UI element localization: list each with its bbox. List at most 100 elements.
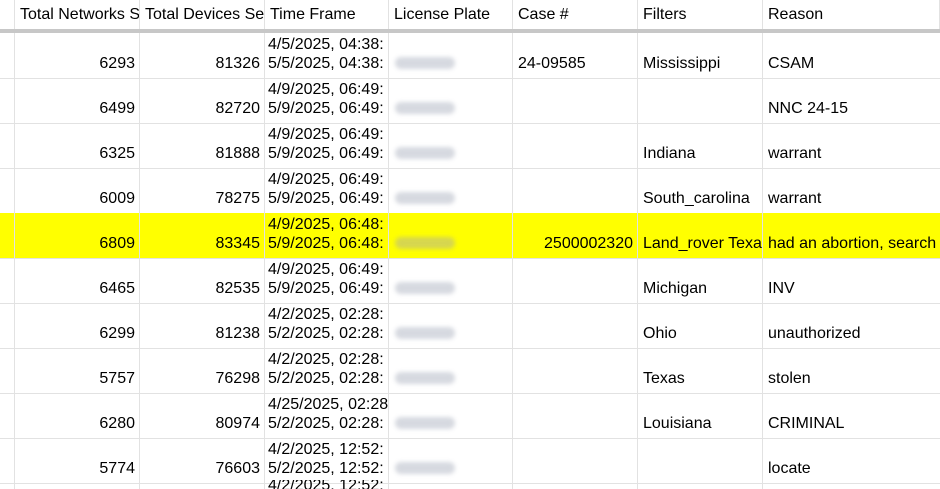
time-frame-cell[interactable]: 4/9/2025, 06:49: 5/9/2025, 06:49: — [265, 168, 389, 213]
networks-cell[interactable]: 6465 — [15, 258, 140, 303]
reason-cell[interactable]: unauthorized — [763, 303, 940, 348]
reason-cell[interactable]: CRIMINAL — [763, 393, 940, 438]
networks-cell[interactable]: 6325 — [15, 123, 140, 168]
devices-cell[interactable]: 81238 — [140, 303, 265, 348]
filters-cell[interactable]: Ohio — [638, 303, 763, 348]
case-cell[interactable] — [513, 393, 638, 438]
case-cell[interactable] — [513, 348, 638, 393]
reason-cell[interactable]: CSAM — [763, 33, 940, 78]
networks-cell[interactable]: 6009 — [15, 168, 140, 213]
table-row: 5757 76298 4/2/2025, 02:28: 5/2/2025, 02:28… — [0, 348, 940, 394]
filters-cell[interactable]: Michigan — [638, 258, 763, 303]
license-plate-cell[interactable] — [389, 78, 513, 123]
networks-cell[interactable]: 5774 — [15, 438, 140, 483]
filters-cell[interactable]: Texas — [638, 348, 763, 393]
col-header-license-plate[interactable]: License Plate — [389, 0, 513, 29]
devices-cell[interactable]: 81888 — [140, 123, 265, 168]
time-frame-cell[interactable]: 4/2/2025, 12:52: 5/2/2025, 12:52: — [265, 438, 389, 483]
devices-cell[interactable]: 78275 — [140, 168, 265, 213]
reason-cell[interactable]: had an abortion, search — [763, 213, 940, 258]
filters-cell[interactable]: Indiana — [638, 123, 763, 168]
networks-cell[interactable]: 6293 — [15, 33, 140, 78]
time-frame-cell[interactable]: 4/2/2025, 02:28: 5/2/2025, 02:28: — [265, 303, 389, 348]
row-gutter-cell[interactable] — [0, 348, 15, 393]
col-header-filters[interactable]: Filters — [638, 0, 763, 29]
time-frame-cell[interactable]: 4/5/2025, 04:38: 5/5/2025, 04:38: — [265, 33, 389, 78]
row-gutter-cell[interactable] — [0, 33, 15, 78]
devices-cell[interactable]: 81326 — [140, 33, 265, 78]
time-frame-cell[interactable]: 4/9/2025, 06:49: 5/9/2025, 06:49: — [265, 78, 389, 123]
row-gutter-header[interactable] — [0, 0, 15, 29]
time-frame-cell[interactable]: 4/25/2025, 02:28 5/2/2025, 02:28: — [265, 393, 389, 438]
filters-cell[interactable] — [638, 480, 763, 489]
devices-cell[interactable]: 76298 — [140, 348, 265, 393]
col-header-time-frame[interactable]: Time Frame — [265, 0, 389, 29]
row-gutter-cell[interactable] — [0, 123, 15, 168]
filters-cell[interactable] — [638, 438, 763, 483]
row-gutter-cell[interactable] — [0, 168, 15, 213]
col-header-reason[interactable]: Reason — [763, 0, 940, 29]
reason-cell[interactable]: INV — [763, 258, 940, 303]
col-header-case[interactable]: Case # — [513, 0, 638, 29]
row-gutter-cell[interactable] — [0, 393, 15, 438]
table-row: 6009 78275 4/9/2025, 06:49: 5/9/2025, 06:49… — [0, 168, 940, 214]
row-gutter-cell[interactable] — [0, 213, 15, 258]
time-frame-start: 4/2/2025, 12:52: — [268, 480, 384, 489]
license-plate-cell[interactable] — [389, 303, 513, 348]
filters-cell[interactable]: Land_rover Texa — [638, 213, 763, 258]
devices-cell[interactable]: 82720 — [140, 78, 265, 123]
row-gutter-cell[interactable] — [0, 480, 15, 489]
devices-cell[interactable]: 83345 — [140, 213, 265, 258]
license-plate-cell[interactable] — [389, 33, 513, 78]
row-gutter-cell[interactable] — [0, 438, 15, 483]
case-cell[interactable] — [513, 303, 638, 348]
case-cell[interactable] — [513, 438, 638, 483]
time-frame-cell[interactable]: 4/9/2025, 06:48: 5/9/2025, 06:48: — [265, 213, 389, 258]
filters-cell[interactable]: South_carolina — [638, 168, 763, 213]
time-frame-cell[interactable]: 4/9/2025, 06:49: 5/9/2025, 06:49: — [265, 258, 389, 303]
license-plate-cell[interactable] — [389, 123, 513, 168]
networks-cell[interactable]: 6280 — [15, 393, 140, 438]
case-cell[interactable]: 2500002320 — [513, 213, 638, 258]
networks-cell[interactable]: 6809 — [15, 213, 140, 258]
time-frame-cell[interactable]: 4/9/2025, 06:49: 5/9/2025, 06:49: — [265, 123, 389, 168]
time-frame-cell[interactable]: 4/2/2025, 02:28: 5/2/2025, 02:28: — [265, 348, 389, 393]
table-row-highlighted: 6809 83345 4/9/2025, 06:48: 5/9/2025, 06:48… — [0, 213, 940, 259]
reason-cell[interactable]: warrant — [763, 168, 940, 213]
case-cell[interactable] — [513, 168, 638, 213]
license-plate-cell[interactable] — [389, 348, 513, 393]
row-gutter-cell[interactable] — [0, 303, 15, 348]
case-cell[interactable] — [513, 78, 638, 123]
networks-cell[interactable]: 6499 — [15, 78, 140, 123]
row-gutter-cell[interactable] — [0, 78, 15, 123]
case-cell[interactable]: 24-09585 — [513, 33, 638, 78]
case-cell[interactable] — [513, 258, 638, 303]
col-header-total-networks[interactable]: Total Networks S — [15, 0, 140, 29]
license-plate-cell[interactable] — [389, 480, 513, 489]
reason-cell[interactable]: locate — [763, 438, 940, 483]
filters-cell[interactable] — [638, 78, 763, 123]
case-cell[interactable] — [513, 480, 638, 489]
case-cell[interactable] — [513, 123, 638, 168]
devices-cell[interactable]: 82535 — [140, 258, 265, 303]
row-gutter-cell[interactable] — [0, 258, 15, 303]
license-plate-cell[interactable] — [389, 168, 513, 213]
time-frame-start: 4/2/2025, 12:52: — [268, 441, 384, 458]
filters-cell[interactable]: Mississippi — [638, 33, 763, 78]
license-plate-cell[interactable] — [389, 393, 513, 438]
filters-cell[interactable]: Louisiana — [638, 393, 763, 438]
reason-cell[interactable]: warrant — [763, 123, 940, 168]
license-plate-cell[interactable] — [389, 438, 513, 483]
devices-cell[interactable]: 80974 — [140, 393, 265, 438]
reason-value: CRIMINAL — [768, 415, 845, 432]
reason-cell[interactable]: NNC 24-15 — [763, 78, 940, 123]
networks-cell[interactable]: 5757 — [15, 348, 140, 393]
networks-cell[interactable]: 6299 — [15, 303, 140, 348]
col-header-total-devices[interactable]: Total Devices Se — [140, 0, 265, 29]
reason-cell[interactable]: stolen — [763, 348, 940, 393]
networks-cell[interactable] — [15, 480, 140, 489]
license-plate-cell[interactable] — [389, 258, 513, 303]
license-plate-cell[interactable] — [389, 213, 513, 258]
devices-cell[interactable]: 76603 — [140, 438, 265, 483]
devices-cell[interactable] — [140, 480, 265, 489]
